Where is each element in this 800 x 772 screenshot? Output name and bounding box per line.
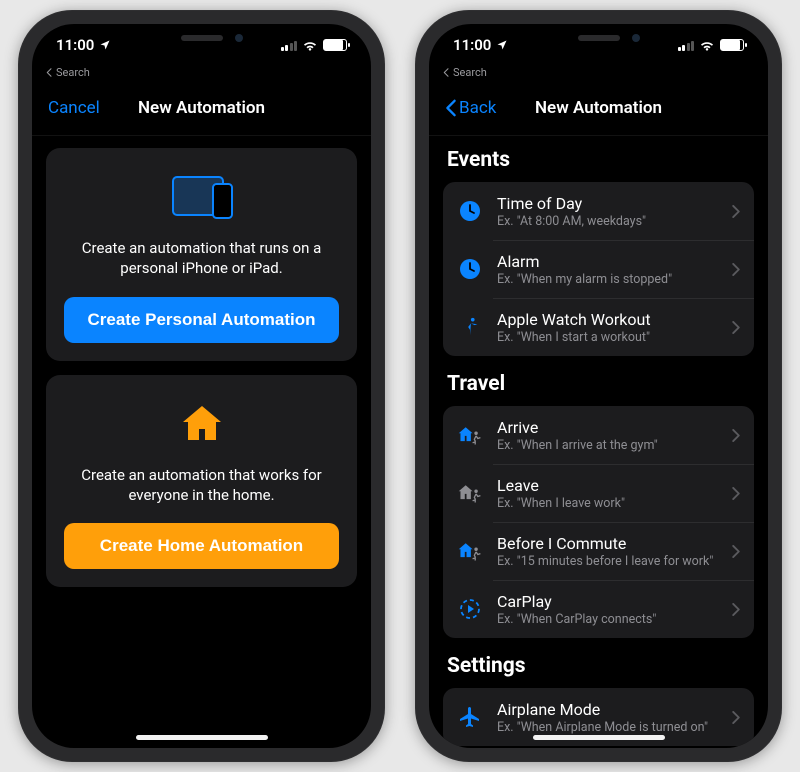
screen-left: 11:00 Search Cancel New Automation <box>32 24 371 748</box>
content-left: Create an automation that runs on a pers… <box>32 136 371 748</box>
status-time: 11:00 <box>453 36 491 54</box>
section-events: Events Time of DayEx. "At 8:00 AM, weekd… <box>443 148 754 356</box>
chevron-right-icon <box>732 205 740 218</box>
notch <box>117 24 287 52</box>
wifi-icon <box>302 39 318 51</box>
personal-description: Create an automation that runs on a pers… <box>74 238 329 279</box>
row-title: Apple Watch Workout <box>497 310 720 329</box>
chevron-right-icon <box>732 545 740 558</box>
status-time: 11:00 <box>56 36 94 54</box>
row-title: Alarm <box>497 252 720 271</box>
section-travel: Travel ArriveEx. "When I arrive at the g… <box>443 372 754 638</box>
home-indicator[interactable] <box>533 735 665 740</box>
airplane-icon <box>455 702 485 732</box>
row-subtitle: Ex. "When I start a workout" <box>497 330 720 345</box>
cancel-button[interactable]: Cancel <box>48 98 100 118</box>
screen-right: 11:00 Search Back New Automation Events <box>429 24 768 748</box>
devices-icon <box>64 170 339 224</box>
clock-icon <box>455 254 485 284</box>
location-icon <box>496 39 508 51</box>
chevron-right-icon <box>732 429 740 442</box>
row-title: Airplane Mode <box>497 700 720 719</box>
chevron-right-icon <box>732 487 740 500</box>
clock-icon <box>455 196 485 226</box>
house-arrive-icon <box>455 536 485 566</box>
row-carplay[interactable]: CarPlayEx. "When CarPlay connects" <box>443 580 754 638</box>
breadcrumb-back[interactable]: Search <box>443 66 487 79</box>
section-header-events: Events <box>447 148 750 172</box>
location-icon <box>99 39 111 51</box>
back-button[interactable]: Back <box>445 98 496 118</box>
row-subtitle: Ex. "When I arrive at the gym" <box>497 438 720 453</box>
chevron-right-icon <box>732 263 740 276</box>
personal-automation-card: Create an automation that runs on a pers… <box>46 148 357 361</box>
row-subtitle: Ex. "When Airplane Mode is turned on" <box>497 720 720 735</box>
battery-icon <box>323 39 347 51</box>
home-description: Create an automation that works for ever… <box>74 465 329 506</box>
row-subtitle: Ex. "When CarPlay connects" <box>497 612 720 627</box>
wifi-icon <box>699 39 715 51</box>
house-arrive-icon <box>455 420 485 450</box>
carplay-icon <box>455 594 485 624</box>
content-right[interactable]: Events Time of DayEx. "At 8:00 AM, weekd… <box>429 136 768 748</box>
chevron-right-icon <box>732 711 740 724</box>
page-title: New Automation <box>138 98 265 118</box>
row-workout[interactable]: Apple Watch WorkoutEx. "When I start a w… <box>443 298 754 356</box>
row-title: Before I Commute <box>497 534 720 553</box>
section-settings: Settings Airplane ModeEx. "When Airplane… <box>443 654 754 746</box>
nav-bar: Cancel New Automation <box>32 80 371 136</box>
battery-icon <box>720 39 744 51</box>
row-leave[interactable]: LeaveEx. "When I leave work" <box>443 464 754 522</box>
page-title: New Automation <box>535 98 662 118</box>
row-subtitle: Ex. "At 8:00 AM, weekdays" <box>497 214 720 229</box>
row-title: Arrive <box>497 418 720 437</box>
row-subtitle: Ex. "When my alarm is stopped" <box>497 272 720 287</box>
row-alarm[interactable]: AlarmEx. "When my alarm is stopped" <box>443 240 754 298</box>
breadcrumb-back-label: Search <box>56 66 90 79</box>
chevron-left-icon <box>445 99 457 117</box>
travel-list: ArriveEx. "When I arrive at the gym" Lea… <box>443 406 754 638</box>
breadcrumb-back-label: Search <box>453 66 487 79</box>
home-icon <box>64 397 339 451</box>
phone-right: 11:00 Search Back New Automation Events <box>415 10 782 762</box>
row-commute[interactable]: Before I CommuteEx. "15 minutes before I… <box>443 522 754 580</box>
home-indicator[interactable] <box>136 735 268 740</box>
nav-bar: Back New Automation <box>429 80 768 136</box>
section-header-settings: Settings <box>447 654 750 678</box>
phone-left: 11:00 Search Cancel New Automation <box>18 10 385 762</box>
section-header-travel: Travel <box>447 372 750 396</box>
row-time-of-day[interactable]: Time of DayEx. "At 8:00 AM, weekdays" <box>443 182 754 240</box>
house-leave-icon <box>455 478 485 508</box>
row-title: CarPlay <box>497 592 720 611</box>
breadcrumb-back[interactable]: Search <box>46 66 90 79</box>
row-subtitle: Ex. "When I leave work" <box>497 496 720 511</box>
runner-icon <box>455 312 485 342</box>
row-arrive[interactable]: ArriveEx. "When I arrive at the gym" <box>443 406 754 464</box>
chevron-right-icon <box>732 603 740 616</box>
row-subtitle: Ex. "15 minutes before I leave for work" <box>497 554 720 569</box>
row-title: Time of Day <box>497 194 720 213</box>
notch <box>514 24 684 52</box>
row-title: Leave <box>497 476 720 495</box>
create-home-automation-button[interactable]: Create Home Automation <box>64 523 339 569</box>
create-personal-automation-button[interactable]: Create Personal Automation <box>64 297 339 343</box>
events-list: Time of DayEx. "At 8:00 AM, weekdays" Al… <box>443 182 754 356</box>
home-automation-card: Create an automation that works for ever… <box>46 375 357 588</box>
chevron-right-icon <box>732 321 740 334</box>
